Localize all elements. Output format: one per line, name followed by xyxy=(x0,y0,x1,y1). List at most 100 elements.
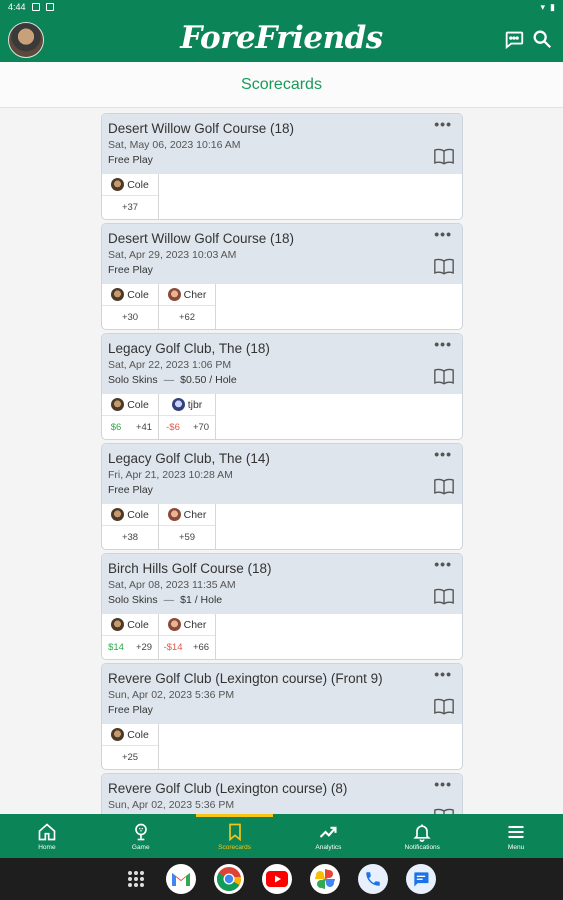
book-icon[interactable] xyxy=(433,698,455,715)
player-name-row: Cole xyxy=(102,394,158,416)
scorecard-card[interactable]: Revere Golf Club (Lexington course) (Fro… xyxy=(101,663,463,770)
player-score-cell[interactable]: Cher -$14 +66 xyxy=(159,614,216,659)
app-header: ForeFriends xyxy=(0,14,563,62)
score-value: -$14 xyxy=(163,642,183,653)
more-options-icon[interactable]: ••• xyxy=(434,666,452,682)
book-icon[interactable] xyxy=(433,258,455,275)
card-header[interactable]: Desert Willow Golf Course (18) Sat, May … xyxy=(102,114,462,174)
nav-item-game[interactable]: Game xyxy=(94,814,188,858)
player-scores: +38 xyxy=(102,526,158,549)
photos-icon[interactable] xyxy=(309,864,340,894)
player-score-cell[interactable]: Cole $6 +41 xyxy=(102,394,159,439)
nav-label: Analytics xyxy=(315,843,342,851)
nav-label: Home xyxy=(38,843,56,851)
score-value: +38 xyxy=(121,532,139,543)
round-date: Sun, Apr 02, 2023 5:36 PM xyxy=(108,689,235,701)
bell-icon xyxy=(413,824,431,842)
player-score-cell[interactable]: tjbr -$6 +70 xyxy=(159,394,216,439)
player-avatar xyxy=(111,398,125,411)
round-date: Sat, Apr 29, 2023 10:03 AM xyxy=(108,249,237,261)
card-game-label: Free Play xyxy=(108,484,153,496)
player-name-row: Cher xyxy=(159,614,215,636)
bottom-navigation: Home Game Scorecards Analytics Notificat… xyxy=(0,814,563,858)
book-icon[interactable] xyxy=(433,588,455,605)
scorecard-card[interactable]: Desert Willow Golf Course (18) Sat, Apr … xyxy=(101,223,463,330)
chat-icon[interactable] xyxy=(503,28,525,50)
score-value: $14 xyxy=(108,642,124,653)
card-game-type: Solo Skins — $0.50 / Hole xyxy=(108,374,456,386)
player-name-row: Cole xyxy=(102,284,158,306)
score-value: +25 xyxy=(121,752,139,763)
player-score-cell[interactable]: Cole +25 xyxy=(102,724,159,769)
card-game-label: Free Play xyxy=(108,264,153,276)
player-score-cell[interactable]: Cole $14 +29 xyxy=(102,614,159,659)
more-options-icon[interactable]: ••• xyxy=(434,776,452,792)
nav-item-notifications[interactable]: Notifications xyxy=(375,814,469,858)
player-name: Cole xyxy=(127,618,149,631)
course-title: Legacy Golf Club, The (14) xyxy=(108,451,270,466)
scorecard-card[interactable]: Desert Willow Golf Course (18) Sat, May … xyxy=(101,113,463,220)
more-options-icon[interactable]: ••• xyxy=(434,226,452,242)
card-header[interactable]: Revere Golf Club (Lexington course) (Fro… xyxy=(102,664,462,724)
card-game-label: Free Play xyxy=(108,704,153,716)
more-options-icon[interactable]: ••• xyxy=(434,556,452,572)
player-name-row: Cole xyxy=(102,174,158,196)
app-logo: ForeFriends xyxy=(180,20,383,56)
scorecard-list[interactable]: Desert Willow Golf Course (18) Sat, May … xyxy=(101,113,463,814)
score-value: +66 xyxy=(192,642,210,653)
nav-item-analytics[interactable]: Analytics xyxy=(281,814,375,858)
nav-item-scorecards[interactable]: Scorecards xyxy=(188,814,282,858)
more-options-icon[interactable]: ••• xyxy=(434,446,452,462)
player-name-row: Cher xyxy=(159,284,215,306)
app-drawer-icon[interactable] xyxy=(127,871,144,887)
messages-icon[interactable] xyxy=(405,864,436,894)
card-header[interactable]: Birch Hills Golf Course (18) Sat, Apr 08… xyxy=(102,554,462,614)
golf-ball-icon xyxy=(134,823,147,840)
youtube-icon[interactable] xyxy=(261,864,292,894)
card-game-label: Solo Skins xyxy=(108,374,158,386)
score-value: +62 xyxy=(178,312,196,323)
scorecard-card[interactable]: Legacy Golf Club, The (14) Fri, Apr 21, … xyxy=(101,443,463,550)
player-score-cell[interactable]: Cher +59 xyxy=(159,504,216,549)
player-score-cell[interactable]: Cole +38 xyxy=(102,504,159,549)
card-header[interactable]: Legacy Golf Club, The (18) Sat, Apr 22, … xyxy=(102,334,462,394)
more-options-icon[interactable]: ••• xyxy=(434,336,452,352)
scorecard-card[interactable]: Birch Hills Golf Course (18) Sat, Apr 08… xyxy=(101,553,463,660)
card-game-type: Free Play xyxy=(108,704,456,716)
status-time: 4:44 xyxy=(8,2,26,12)
separator-icon: — xyxy=(163,594,175,606)
nav-item-menu[interactable]: Menu xyxy=(469,814,563,858)
score-value: -$6 xyxy=(166,422,180,433)
round-date: Sun, Apr 02, 2023 5:36 PM xyxy=(108,799,235,811)
phone-icon[interactable] xyxy=(357,864,388,894)
nav-item-home[interactable]: Home xyxy=(0,814,94,858)
card-header[interactable]: Legacy Golf Club, The (14) Fri, Apr 21, … xyxy=(102,444,462,504)
book-icon[interactable] xyxy=(433,148,455,165)
trending-up-icon xyxy=(320,826,337,838)
player-score-cell[interactable]: Cole +37 xyxy=(102,174,159,219)
more-options-icon[interactable]: ••• xyxy=(434,116,452,132)
card-game-detail: $1 / Hole xyxy=(180,594,223,606)
player-avatar xyxy=(111,728,125,741)
gmail-icon[interactable] xyxy=(165,864,196,894)
player-scores: $6 +41 xyxy=(102,416,158,439)
player-name: tjbr xyxy=(187,398,203,411)
player-score-cell[interactable]: Cole +30 xyxy=(102,284,159,329)
notification-icon xyxy=(45,3,54,11)
card-header[interactable]: Revere Golf Club (Lexington course) (8) … xyxy=(102,774,462,814)
player-scores: -$6 +70 xyxy=(159,416,215,439)
nav-label: Game xyxy=(131,843,150,851)
nav-label: Scorecards xyxy=(218,843,251,851)
player-name: Cole xyxy=(127,288,149,301)
scorecard-card[interactable]: Legacy Golf Club, The (18) Sat, Apr 22, … xyxy=(101,333,463,440)
scorecard-card[interactable]: Revere Golf Club (Lexington course) (8) … xyxy=(101,773,463,814)
separator-icon: — xyxy=(163,374,175,386)
card-header[interactable]: Desert Willow Golf Course (18) Sat, Apr … xyxy=(102,224,462,284)
book-icon[interactable] xyxy=(433,478,455,495)
chrome-icon[interactable] xyxy=(213,864,244,894)
search-icon[interactable] xyxy=(531,28,553,50)
player-name: Cole xyxy=(127,178,149,191)
player-score-cell[interactable]: Cher +62 xyxy=(159,284,216,329)
book-icon[interactable] xyxy=(433,368,455,385)
player-row: Cole +37 xyxy=(102,174,462,219)
